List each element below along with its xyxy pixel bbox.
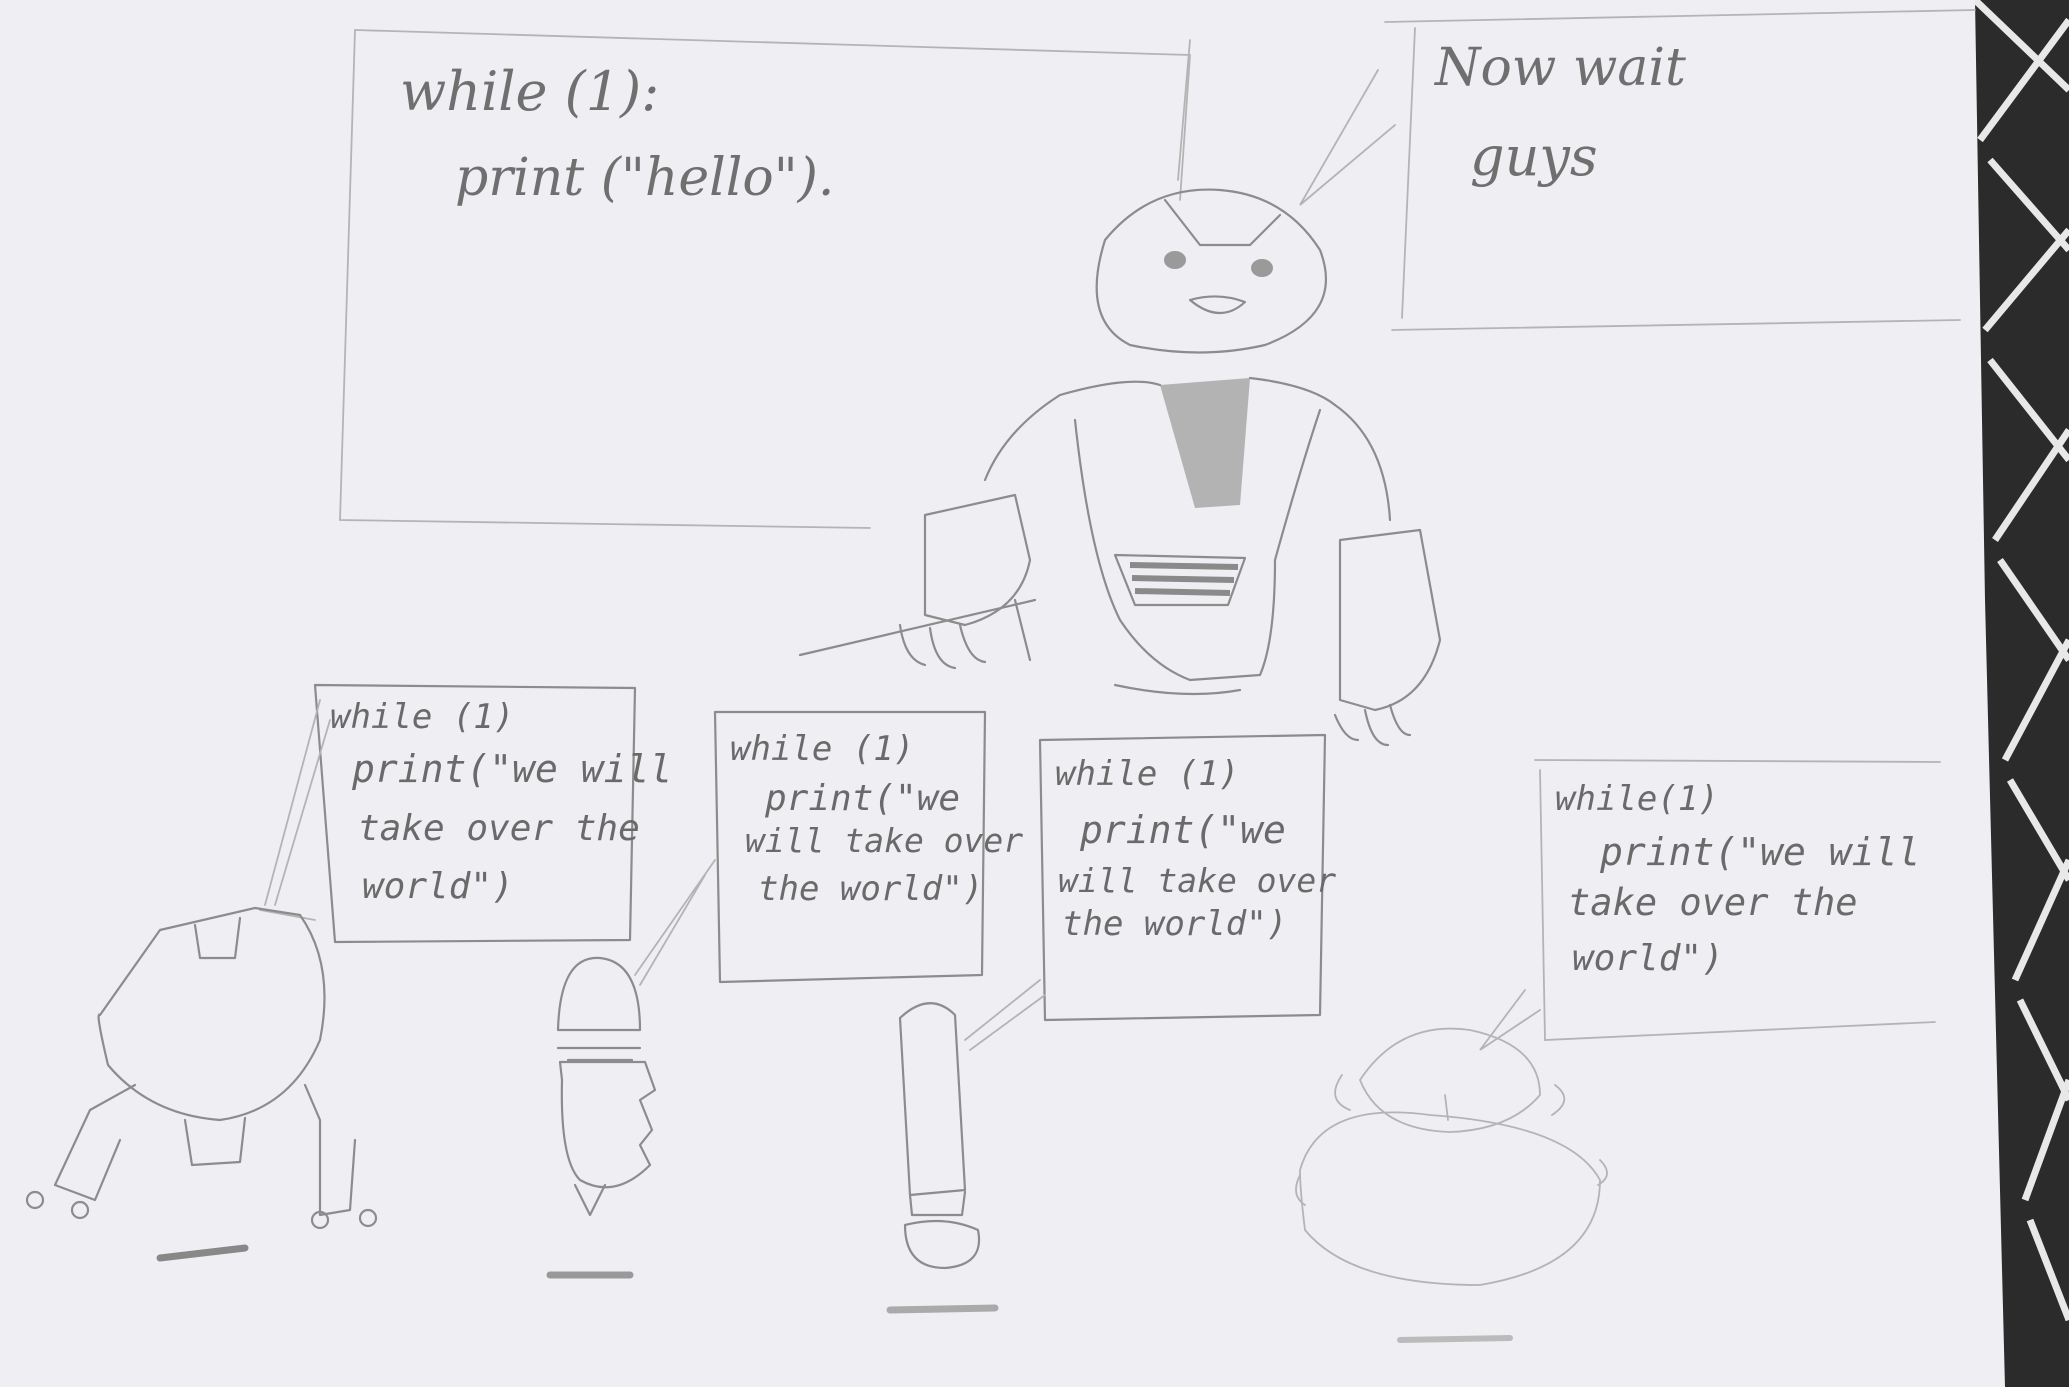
bubble-3-line3: will take over <box>1058 861 1336 900</box>
paper-sheet <box>0 0 2005 1387</box>
bubble-3-line4: the world") <box>1062 904 1287 944</box>
board-code-line1: while (1): <box>400 60 659 123</box>
bubble-4-line4: world") <box>1572 938 1724 979</box>
bubble-2-line2: print("we <box>764 778 960 819</box>
bubble-4-line3: take over the <box>1568 881 1858 924</box>
bubble-4-line1: while(1) <box>1555 779 1719 819</box>
bubble-2-line4: the world") <box>758 869 983 909</box>
bubble-1-line4: world") <box>362 866 514 907</box>
bubble-1-line3: take over the <box>358 808 640 849</box>
bubble-4-line2: print("we will <box>1599 830 1920 874</box>
bubble-2-line3: will take over <box>745 821 1023 860</box>
teacher-speech-line2: guys <box>1470 125 1598 188</box>
pencil-sketch-photo: while (1): print ("hello"). Now wait guy… <box>0 0 2069 1387</box>
bubble-3-line1: while (1) <box>1055 754 1239 794</box>
board-code-line2: print ("hello"). <box>455 148 834 208</box>
bubble-1-line2: print("we will <box>351 747 672 791</box>
bubble-1-line1: while (1) <box>330 697 514 737</box>
teacher-speech-line1: Now wait <box>1433 38 1686 98</box>
bubble-2-line1: while (1) <box>730 729 914 769</box>
bubble-3-line2: print("we <box>1079 808 1286 852</box>
